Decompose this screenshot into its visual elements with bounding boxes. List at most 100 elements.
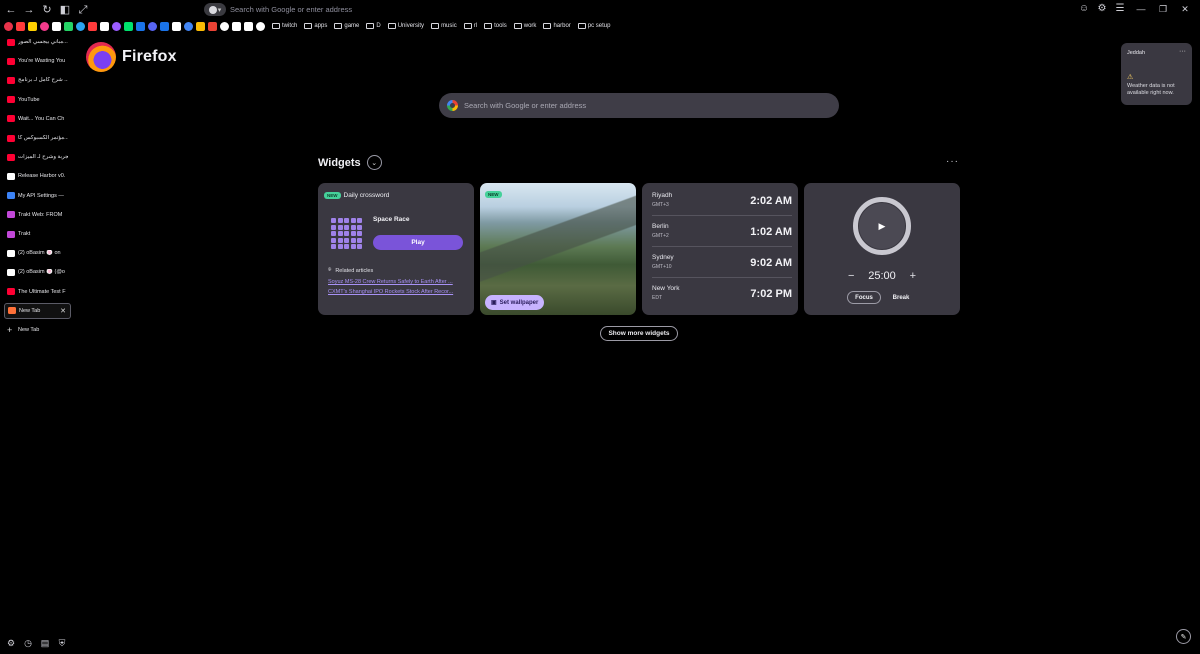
sidebar-tab[interactable]: Wait... You Can Ch (4, 111, 71, 127)
bookmark-icon[interactable] (64, 21, 73, 31)
search-box[interactable] (439, 93, 839, 118)
grid-cell (344, 237, 349, 243)
clock-time: 1:02 AM (750, 226, 792, 238)
account-icon[interactable]: ⚙ (1096, 3, 1108, 15)
sidebar-tab[interactable]: شرح كامل لـ برنامج ... (4, 72, 71, 88)
bookmark-icon[interactable] (148, 21, 157, 31)
bookmark-folder[interactable]: D (366, 23, 381, 29)
bookmark-icon[interactable] (184, 21, 193, 31)
bookmark-icon[interactable] (16, 21, 25, 31)
bookmark-folder[interactable]: University (387, 23, 424, 29)
bookmark-folder[interactable]: work (513, 23, 536, 29)
bookmark-icon[interactable] (256, 21, 265, 31)
sidebar-tab[interactable]: (2) oBasim 🍥 (@o (4, 264, 71, 280)
url-placeholder[interactable]: Search with Google or enter address (230, 5, 352, 14)
article-link[interactable]: Soyuz MS-28 Crew Returns Safely to Earth… (328, 279, 468, 285)
bookmarks-icon[interactable]: ▤ (40, 638, 50, 648)
timer-controls: − 25:00 + (848, 270, 916, 282)
break-button[interactable]: Break (886, 291, 916, 304)
extensions-icon[interactable]: ☺ (1078, 3, 1090, 15)
set-wallpaper-label: Set wallpaper (499, 299, 539, 306)
bookmark-folder[interactable]: music (431, 23, 457, 29)
sidebar-tab[interactable]: (2) oBasim 🍥 on (4, 245, 71, 261)
bookmark-folder[interactable]: harbor (543, 23, 571, 29)
bookmark-icon[interactable] (208, 21, 217, 31)
sidebar-tab[interactable]: My API Settings — (4, 188, 71, 204)
bookmark-icon[interactable] (196, 21, 205, 31)
focus-button[interactable]: Focus (847, 291, 881, 304)
clock-time: 9:02 AM (750, 257, 792, 269)
sidebar-tab[interactable]: Trakt (4, 226, 71, 242)
clock-city: Berlin (652, 223, 669, 230)
weather-menu-icon[interactable]: ··· (1179, 48, 1186, 55)
reload-icon[interactable]: ↻ (40, 3, 54, 17)
settings-icon[interactable]: ⚙ (6, 638, 16, 648)
bookmark-icon[interactable] (52, 21, 61, 31)
bookmark-icon[interactable] (160, 21, 169, 31)
sidebar-tab[interactable]: Trakt Web: FROM (4, 207, 71, 223)
bookmark-folder[interactable]: game (334, 23, 359, 29)
sidebar-tab[interactable]: The Ultimate Test F (4, 284, 71, 300)
sidebar-tab[interactable]: + New Tab (4, 322, 71, 338)
sidebar-tab[interactable]: مباني بيجسي الصور... (4, 34, 71, 50)
bookmark-folder[interactable]: rl (463, 23, 477, 29)
bookmark-icon[interactable] (40, 21, 49, 31)
chevron-down-icon[interactable]: ⌄ (366, 155, 382, 170)
sidebar-tab[interactable]: مؤتمر الكسبوكس كا... (4, 130, 71, 146)
bookmark-icon[interactable] (244, 21, 253, 31)
sidebar-tab-label: Trakt (18, 231, 31, 237)
url-bar[interactable]: ▾ Search with Google or enter address (204, 2, 484, 17)
grid-cell (337, 224, 343, 230)
play-icon[interactable]: ▶ (859, 203, 905, 249)
bookmark-folder[interactable]: twitch (272, 23, 297, 29)
bookmarks-toolbar: twitch apps game D University music rl tools wor… (4, 20, 610, 32)
sidebar-toggle-icon[interactable]: ◧ (58, 3, 72, 17)
edit-icon[interactable]: ✎ (1176, 629, 1191, 644)
history-icon[interactable]: ◷ (23, 638, 33, 648)
vpn-icon[interactable]: ⛨ (57, 638, 67, 648)
menu-icon[interactable]: ☰ (1114, 3, 1126, 15)
close-icon[interactable]: ✕ (1174, 2, 1196, 16)
bookmark-icon[interactable] (28, 21, 37, 31)
maximize-icon[interactable]: ❐ (1152, 2, 1174, 16)
sidebar-tab[interactable]: YouTube (4, 92, 71, 108)
sidebar-tab[interactable]: Release Harbor v0. (4, 168, 71, 184)
bookmark-icon[interactable] (232, 21, 241, 31)
show-more-widgets-button[interactable]: Show more widgets (600, 326, 678, 341)
article-link[interactable]: CXMT's Shanghai IPO Rockets Stock After … (328, 289, 468, 295)
bookmark-icon[interactable] (124, 21, 133, 31)
bookmark-icon[interactable] (88, 21, 97, 31)
bookmark-icon[interactable] (4, 21, 13, 31)
search-input[interactable] (464, 101, 804, 110)
bookmark-folder[interactable]: pc setup (577, 23, 610, 29)
sidebar-tab-label: YouTube (18, 96, 40, 103)
set-wallpaper-button[interactable]: ▣ Set wallpaper (485, 295, 545, 310)
forward-icon[interactable]: → (22, 3, 36, 17)
crossword-title: Daily crossword (343, 192, 390, 199)
bookmark-folder[interactable]: apps (304, 23, 327, 29)
clock-row: Riyadh GMT+3 2:02 AM (652, 186, 792, 216)
fullscreen-icon[interactable]: ⤢ (76, 3, 90, 17)
bookmark-icon[interactable] (136, 21, 145, 31)
bookmark-icon[interactable] (100, 21, 109, 31)
bookmark-folder[interactable]: tools (484, 23, 507, 29)
close-tab-icon[interactable]: ✕ (60, 307, 66, 315)
folder-icon (272, 23, 280, 29)
sidebar-tab-label: The Ultimate Test F (18, 288, 66, 295)
search-engine-selector[interactable]: ▾ (204, 3, 226, 16)
widgets-more-icon[interactable]: ··· (946, 156, 959, 167)
sidebar-tab[interactable]: You're Wasting You (4, 53, 71, 69)
bookmark-icon[interactable] (220, 21, 229, 31)
bookmark-icon[interactable] (172, 21, 181, 31)
grid-cell (350, 237, 356, 243)
bookmark-icon[interactable] (76, 21, 85, 31)
sidebar-tab[interactable]: تجربة وشرح لـ الميزات... (4, 149, 71, 165)
bookmark-icon[interactable] (112, 21, 121, 31)
decrease-button[interactable]: − (848, 270, 854, 282)
increase-button[interactable]: + (910, 270, 916, 282)
play-button[interactable]: Play (373, 235, 463, 250)
back-icon[interactable]: ← (4, 3, 18, 17)
sidebar-tab[interactable]: New Tab ✕ (4, 302, 71, 319)
minimize-icon[interactable]: — (1130, 2, 1152, 16)
sidebar-tab-label: My API Settings — (18, 192, 64, 199)
